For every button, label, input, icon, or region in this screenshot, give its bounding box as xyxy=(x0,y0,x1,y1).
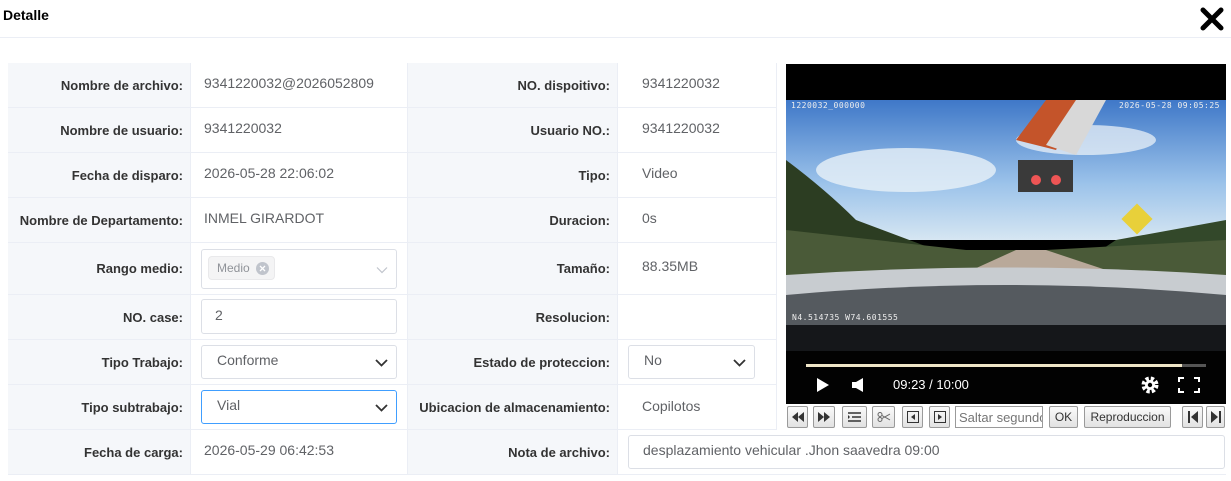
label-tamano: Tamaño: xyxy=(407,243,617,295)
no-case-cell: 2 xyxy=(190,295,407,340)
estado-proteccion-select[interactable]: No xyxy=(628,345,755,379)
play-icon[interactable] xyxy=(816,377,830,396)
video-progress-fill xyxy=(806,364,1182,367)
video-controls: 09:23 / 10:00 xyxy=(786,351,1226,404)
player-toolbar: Saltar segundo OK Reproduccion xyxy=(786,404,1226,430)
tipo-trabajo-select[interactable]: Conforme xyxy=(201,345,397,379)
tag-remove-icon[interactable] xyxy=(255,261,269,275)
tipo-trabajo-value: Conforme xyxy=(217,352,279,368)
frame-forward-icon xyxy=(933,411,946,423)
label-fecha-carga: Fecha de carga: xyxy=(8,430,190,475)
ok-button[interactable]: OK xyxy=(1049,406,1078,428)
tipo-subtrabajo-value: Vial xyxy=(217,397,241,413)
skip-seconds-input[interactable]: Saltar segundo xyxy=(955,406,1043,428)
label-fecha-disparo: Fecha de disparo: xyxy=(8,153,190,198)
chevron-down-icon xyxy=(375,354,388,370)
volume-icon[interactable] xyxy=(852,378,864,395)
close-icon[interactable] xyxy=(1199,6,1225,32)
skip-end-icon xyxy=(1210,411,1221,423)
tipo-subtrabajo-select[interactable]: Vial xyxy=(201,390,397,424)
label-estado-proteccion: Estado de proteccion: xyxy=(407,340,617,385)
label-tipo: Tipo: xyxy=(407,153,617,198)
label-tipo-subtrabajo: Tipo subtrabajo: xyxy=(8,385,190,430)
label-nombre-usuario: Nombre de usuario: xyxy=(8,108,190,153)
rango-medio-cell: Medio xyxy=(190,243,407,295)
label-nota-archivo: Nota de archivo: xyxy=(407,430,617,475)
rango-medio-tag-label: Medio xyxy=(217,261,250,275)
value-nombre-usuario: 9341220032 xyxy=(190,108,407,153)
chevron-down-icon xyxy=(376,261,388,277)
value-tamano: 88.35MB xyxy=(617,243,776,295)
label-ubicacion-almacenamiento: Ubicacion de almacenamiento: xyxy=(407,385,617,430)
skip-end-button[interactable] xyxy=(1206,406,1225,428)
scissors-icon xyxy=(877,412,890,422)
list-icon xyxy=(848,412,861,422)
nota-archivo-value: desplazamiento vehicular .Jhon saavedra … xyxy=(643,442,940,458)
rango-medio-tag: Medio xyxy=(208,256,275,280)
label-duracion: Duracion: xyxy=(407,198,617,243)
skip-start-icon xyxy=(1187,411,1198,423)
nota-archivo-input[interactable]: desplazamiento vehicular .Jhon saavedra … xyxy=(628,435,1225,469)
fast-forward-button[interactable] xyxy=(813,406,835,428)
dialog-title: Detalle xyxy=(3,7,49,23)
next-frame-button[interactable] xyxy=(929,406,950,428)
value-resolucion xyxy=(617,295,776,340)
value-no-dispositivo: 9341220032 xyxy=(617,63,776,108)
value-duracion: 0s xyxy=(617,198,776,243)
estado-proteccion-value: No xyxy=(644,352,662,368)
osd-device-id: 1220032_000000 xyxy=(791,101,866,110)
tipo-subtrabajo-cell: Vial xyxy=(190,385,407,430)
no-case-value: 2 xyxy=(215,306,223,323)
rewind-button[interactable] xyxy=(787,406,808,428)
osd-gps: N4.514735 W74.601555 xyxy=(792,313,899,322)
value-usuario-no: 9341220032 xyxy=(617,108,776,153)
dialog-header: Detalle xyxy=(0,0,1231,38)
label-no-dispositivo: NO. dispoitivo: xyxy=(407,63,617,108)
value-departamento: INMEL GIRARDOT xyxy=(190,198,407,243)
previous-frame-button[interactable] xyxy=(902,406,923,428)
fullscreen-icon[interactable] xyxy=(1178,377,1200,396)
video-time: 09:23 / 10:00 xyxy=(893,377,969,392)
label-tipo-trabajo: Tipo Trabajo: xyxy=(8,340,190,385)
playback-button[interactable]: Reproduccion xyxy=(1084,406,1171,428)
label-departamento: Nombre de Departamento: xyxy=(8,198,190,243)
rango-medio-select[interactable]: Medio xyxy=(201,249,397,289)
label-resolucion: Resolucion: xyxy=(407,295,617,340)
no-case-input[interactable]: 2 xyxy=(201,299,397,334)
value-fecha-carga: 2026-05-29 06:42:53 xyxy=(190,430,407,475)
skip-start-button[interactable] xyxy=(1182,406,1203,428)
value-fecha-disparo: 2026-05-28 22:06:02 xyxy=(190,153,407,198)
video-progress[interactable] xyxy=(806,364,1206,367)
value-nombre-archivo: 9341220032@2026052809 xyxy=(190,63,407,108)
chevron-down-icon xyxy=(375,399,388,415)
label-no-case: NO. case: xyxy=(8,295,190,340)
rewind-icon xyxy=(791,412,804,422)
settings-gear-icon[interactable] xyxy=(1140,375,1160,398)
label-usuario-no: Usuario NO.: xyxy=(407,108,617,153)
list-button[interactable] xyxy=(842,406,867,428)
label-rango-medio: Rango medio: xyxy=(8,243,190,295)
label-nombre-archivo: Nombre de archivo: xyxy=(8,63,190,108)
osd-timestamp: 2026-05-28 09:05:25 xyxy=(1118,101,1220,110)
nota-archivo-cell: desplazamiento vehicular .Jhon saavedra … xyxy=(617,430,1226,475)
frame-back-icon xyxy=(906,411,919,423)
video-player[interactable]: 1220032_000000 2026-05-28 09:05:25 N4.51… xyxy=(786,64,1226,404)
clip-button[interactable] xyxy=(872,406,895,428)
tipo-trabajo-cell: Conforme xyxy=(190,340,407,385)
value-ubicacion-almacenamiento: Copilotos xyxy=(617,385,776,430)
chevron-down-icon xyxy=(733,354,746,370)
estado-proteccion-cell: No xyxy=(617,340,776,385)
value-tipo: Video xyxy=(617,153,776,198)
fast-forward-icon xyxy=(818,412,830,422)
